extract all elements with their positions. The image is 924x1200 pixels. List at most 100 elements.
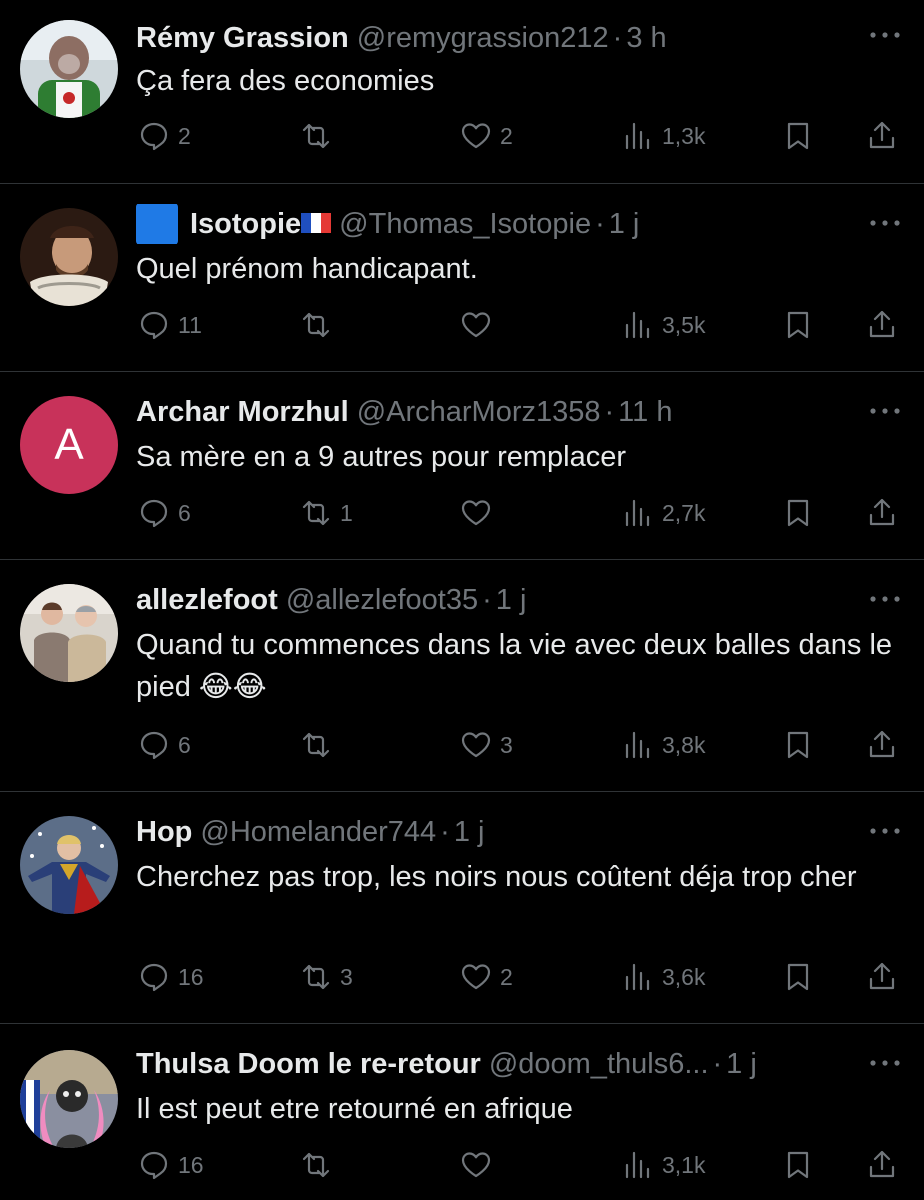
bookmark-button[interactable] xyxy=(780,303,816,347)
views-button[interactable]: 3,5k xyxy=(620,303,705,347)
like-count: 3 xyxy=(500,731,513,758)
more-options-icon[interactable] xyxy=(868,594,902,604)
share-button[interactable] xyxy=(864,1143,900,1187)
heart-icon xyxy=(461,123,491,149)
action-bar: 6 3 3,8k xyxy=(0,723,924,767)
tweet[interactable]: Isotopie @Thomas_Isotopie · 1 j Quel pré… xyxy=(0,184,924,371)
display-name[interactable]: Archar Morzhul xyxy=(136,392,349,432)
like-button[interactable] xyxy=(458,491,500,535)
share-icon xyxy=(869,1150,895,1178)
display-name[interactable]: Thulsa Doom le re-retour xyxy=(136,1044,481,1084)
timestamp[interactable]: 11 h xyxy=(618,392,672,432)
tweet[interactable]: Rémy Grassion @remygrassion212 · 3 h Ça … xyxy=(0,0,924,183)
avatar[interactable] xyxy=(20,1050,118,1148)
display-name[interactable]: Rémy Grassion xyxy=(136,18,349,58)
user-handle[interactable]: @remygrassion212 xyxy=(357,18,609,58)
repost-icon xyxy=(302,500,330,526)
like-count: 2 xyxy=(500,963,513,990)
repost-button[interactable]: 1 xyxy=(298,491,353,535)
tweet-text: Quel prénom handicapant. xyxy=(136,253,478,285)
bookmark-button[interactable] xyxy=(780,1143,816,1187)
avatar-initial: A xyxy=(54,420,84,469)
views-icon xyxy=(625,122,650,150)
view-count: 3,8k xyxy=(662,731,706,758)
like-button[interactable] xyxy=(458,303,500,347)
display-name[interactable]: allezlefoot xyxy=(136,580,278,620)
like-button[interactable] xyxy=(458,1143,500,1187)
view-count: 1,3k xyxy=(662,122,706,149)
timestamp[interactable]: 1 j xyxy=(496,580,527,620)
bookmark-button[interactable] xyxy=(780,955,816,999)
reply-button[interactable]: 6 xyxy=(136,491,191,535)
views-button[interactable]: 3,6k xyxy=(620,955,705,999)
reply-button[interactable]: 2 xyxy=(136,114,191,158)
reply-button[interactable]: 16 xyxy=(136,1143,204,1187)
user-handle[interactable]: @Thomas_Isotopie xyxy=(339,204,591,244)
repost-icon xyxy=(302,312,330,338)
tweet[interactable]: Hop @Homelander744 · 1 j Cherchez pas tr… xyxy=(0,792,924,1023)
repost-button[interactable] xyxy=(298,303,340,347)
share-button[interactable] xyxy=(864,114,900,158)
bookmark-button[interactable] xyxy=(780,723,816,767)
reply-button[interactable]: 6 xyxy=(136,723,191,767)
views-button[interactable]: 2,7k xyxy=(620,491,705,535)
display-name[interactable]: Isotopie xyxy=(190,204,301,244)
timestamp[interactable]: 1 j xyxy=(726,1044,757,1084)
heart-icon xyxy=(461,732,491,758)
timestamp[interactable]: 1 j xyxy=(454,812,485,852)
timestamp[interactable]: 1 j xyxy=(609,204,640,244)
repost-icon xyxy=(302,123,330,149)
repost-button[interactable] xyxy=(298,1143,340,1187)
user-handle[interactable]: @allezlefoot35 xyxy=(286,580,478,620)
display-name[interactable]: Hop xyxy=(136,812,192,852)
more-options-icon[interactable] xyxy=(868,30,902,40)
bookmark-button[interactable] xyxy=(780,114,816,158)
user-handle[interactable]: @Homelander744 xyxy=(200,812,436,852)
timestamp[interactable]: 3 h xyxy=(626,18,666,58)
share-button[interactable] xyxy=(864,955,900,999)
avatar[interactable] xyxy=(20,584,118,682)
user-handle[interactable]: @doom_thuls6... xyxy=(489,1044,709,1084)
more-options-icon[interactable] xyxy=(868,826,902,836)
repost-button[interactable] xyxy=(298,723,340,767)
bookmark-icon xyxy=(787,1151,809,1179)
tweet[interactable]: A Archar Morzhul @ArcharMorz1358 · 11 h … xyxy=(0,372,924,559)
more-options-icon[interactable] xyxy=(868,406,902,416)
bookmark-icon xyxy=(787,122,809,150)
reply-count: 11 xyxy=(178,311,202,338)
france-flag-icon xyxy=(301,213,332,233)
avatar[interactable]: A xyxy=(20,396,118,494)
view-count: 3,6k xyxy=(662,963,706,990)
action-bar: 6 1 2,7k xyxy=(0,491,924,535)
repost-button[interactable] xyxy=(298,114,340,158)
tweet[interactable]: Thulsa Doom le re-retour @doom_thuls6...… xyxy=(0,1024,924,1200)
repost-count: 1 xyxy=(340,499,353,526)
share-button[interactable] xyxy=(864,723,900,767)
more-options-icon[interactable] xyxy=(868,1058,902,1068)
repost-button[interactable]: 3 xyxy=(298,955,353,999)
reply-button[interactable]: 16 xyxy=(136,955,204,999)
heart-icon xyxy=(461,312,491,338)
views-button[interactable]: 1,3k xyxy=(620,114,705,158)
action-bar: 16 3,1k xyxy=(0,1143,924,1187)
avatar[interactable] xyxy=(20,20,118,118)
reply-icon xyxy=(140,311,168,340)
user-handle[interactable]: @ArcharMorz1358 xyxy=(357,392,601,432)
like-button[interactable]: 2 xyxy=(458,955,513,999)
like-button[interactable]: 3 xyxy=(458,723,513,767)
share-button[interactable] xyxy=(864,303,900,347)
share-button[interactable] xyxy=(864,491,900,535)
views-button[interactable]: 3,1k xyxy=(620,1143,705,1187)
more-options-icon[interactable] xyxy=(868,218,902,228)
bookmark-button[interactable] xyxy=(780,491,816,535)
reply-button[interactable]: 11 xyxy=(136,303,202,347)
reply-count: 2 xyxy=(178,122,191,149)
views-button[interactable]: 3,8k xyxy=(620,723,705,767)
heart-icon xyxy=(461,1152,491,1178)
like-button[interactable]: 2 xyxy=(458,114,513,158)
reply-count: 6 xyxy=(178,499,191,526)
avatar[interactable] xyxy=(20,816,118,914)
avatar[interactable] xyxy=(20,208,118,306)
tweet[interactable]: allezlefoot @allezlefoot35 · 1 j Quand t… xyxy=(0,560,924,791)
share-icon xyxy=(869,730,895,758)
